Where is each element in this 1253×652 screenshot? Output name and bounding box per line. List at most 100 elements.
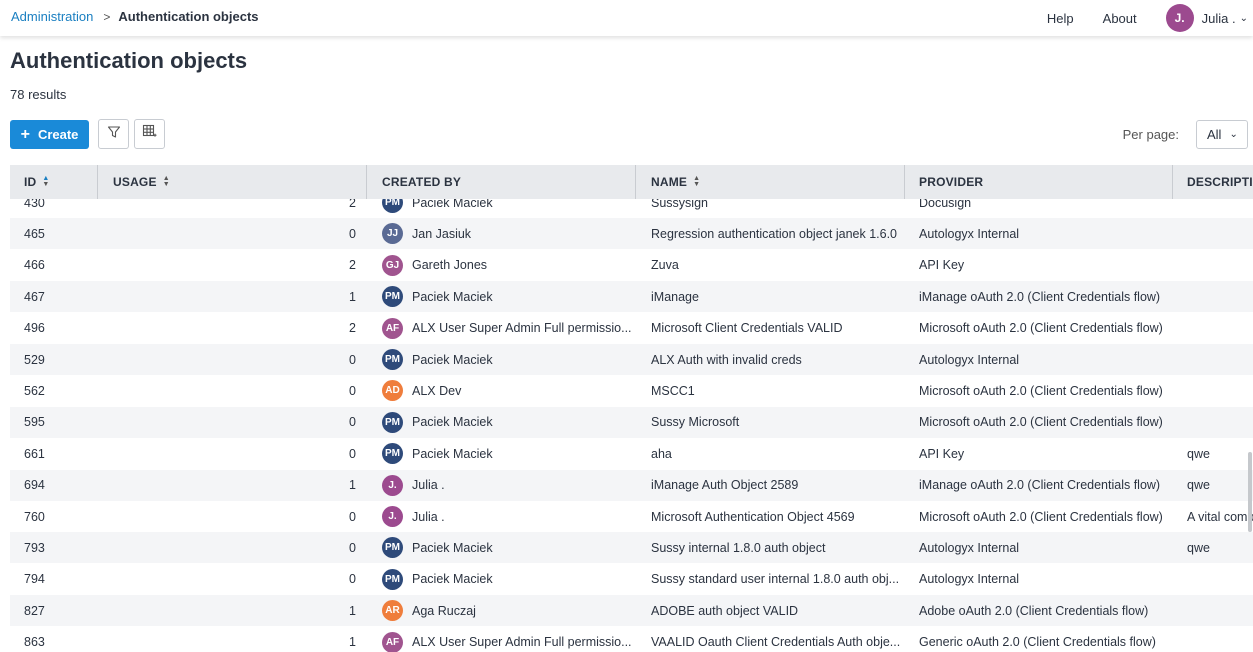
cell-name[interactable]: ALX Auth with invalid creds	[651, 344, 901, 375]
table-row[interactable]: 465 0 JJ Jan Jasiuk Regression authenticatio…	[10, 218, 1253, 250]
results-count: 78 results	[10, 87, 67, 102]
cell-name[interactable]: ADOBE auth object VALID	[651, 595, 901, 626]
column-divider[interactable]	[635, 165, 636, 199]
per-page-select[interactable]: All ⌄	[1196, 120, 1248, 149]
chevron-down-icon: ⌄	[1229, 129, 1238, 140]
table-row[interactable]: 863 1 AF ALX User Super Admin Full permissi…	[10, 627, 1253, 652]
cell-description	[1187, 627, 1253, 652]
avatar: PM	[382, 443, 403, 465]
cell-provider: Autologyx Internal	[919, 226, 1020, 241]
cell-id: 793	[24, 540, 45, 555]
cell-name[interactable]: Sussy internal 1.8.0 auth object	[651, 532, 901, 563]
table-row[interactable]: 466 2 GJ Gareth Jones Zuva API Key	[10, 250, 1253, 281]
table-row[interactable]: 496 2 AF ALX User Super Admin Full permissi…	[10, 313, 1253, 344]
chevron-down-icon[interactable]: ⌄	[1240, 13, 1248, 24]
create-button[interactable]: + Create	[10, 120, 89, 149]
cell-name[interactable]: Regression authentication object janek 1…	[651, 218, 901, 249]
table-row[interactable]: 595 0 PM Paciek Maciek Sussy Microsoft Micros…	[10, 406, 1253, 438]
table-row[interactable]: 760 0 J. Julia . Microsoft Authentication Ob…	[10, 501, 1253, 532]
table-row[interactable]: 467 1 PM Paciek Maciek iManage iManage oAuth …	[10, 281, 1253, 313]
cell-description	[1187, 218, 1253, 249]
help-link[interactable]: Help	[1047, 11, 1074, 26]
table-row[interactable]: 562 0 AD ALX Dev MSCC1 Microsoft oAuth 2.0 (C…	[10, 375, 1253, 406]
creator-name: Paciek Maciek	[412, 352, 493, 367]
cell-id: 661	[24, 446, 45, 461]
cell-name[interactable]: Microsoft Authentication Object 4569	[651, 501, 901, 532]
table-row[interactable]: 694 1 J. Julia . iManage Auth Object 2589 iMa…	[10, 469, 1253, 501]
table-row[interactable]: 661 0 PM Paciek Maciek aha API Key qwe	[10, 438, 1253, 469]
column-header-provider[interactable]: PROVIDER	[919, 165, 983, 199]
cell-usage: 0	[349, 352, 356, 367]
avatar: PM	[382, 568, 403, 590]
column-header-description[interactable]: DESCRIPTIO	[1187, 165, 1253, 199]
sort-icon[interactable]: ▲ ▼	[693, 175, 700, 188]
cell-name[interactable]: VAALID Oauth Client Credentials Auth obj…	[651, 627, 901, 652]
cell-provider: Generic oAuth 2.0 (Client Credentials fl…	[919, 635, 1156, 650]
breadcrumb: Administration > Authentication objects	[11, 9, 259, 24]
cell-name[interactable]: MSCC1	[651, 375, 901, 406]
creator-name: Julia .	[412, 478, 445, 493]
cell-usage: 0	[349, 509, 356, 524]
sort-icon[interactable]: ▲ ▼	[42, 175, 49, 188]
breadcrumb-separator: >	[103, 9, 111, 24]
cell-name[interactable]: Zuva	[651, 250, 901, 281]
column-divider[interactable]	[97, 165, 98, 199]
column-header-created-by[interactable]: CREATED BY	[382, 165, 461, 199]
cell-provider: Microsoft oAuth 2.0 (Client Credentials …	[919, 415, 1163, 430]
creator-name: Paciek Maciek	[412, 446, 493, 461]
breadcrumb-current: Authentication objects	[118, 9, 259, 24]
table-row[interactable]: 529 0 PM Paciek Maciek ALX Auth with invalid…	[10, 344, 1253, 375]
sort-icon[interactable]: ▲ ▼	[163, 175, 170, 188]
cell-name[interactable]: iManage	[651, 281, 901, 312]
table-row[interactable]: 793 0 PM Paciek Maciek Sussy internal 1.8.0 …	[10, 532, 1253, 564]
avatar: PM	[382, 286, 403, 308]
cell-name[interactable]: Microsoft Client Credentials VALID	[651, 313, 901, 344]
cell-name[interactable]: iManage Auth Object 2589	[651, 470, 901, 501]
cell-created-by: AR Aga Ruczaj	[382, 595, 632, 626]
table-header: ID ▲ ▼ USAGE ▲ ▼ CREATED BY NAME ▲ ▼ PROVID…	[10, 165, 1253, 199]
user-menu[interactable]: Julia .	[1202, 11, 1236, 26]
creator-name: Julia .	[412, 509, 445, 524]
user-avatar[interactable]: J.	[1165, 4, 1194, 32]
cell-provider: Autologyx Internal	[919, 352, 1020, 367]
cell-provider: Microsoft oAuth 2.0 (Client Credentials …	[919, 383, 1163, 398]
avatar: J.	[382, 506, 403, 527]
cell-description: A vital comp	[1187, 509, 1253, 524]
creator-name: Paciek Maciek	[412, 572, 493, 587]
column-divider[interactable]	[1172, 165, 1173, 199]
cell-usage: 2	[349, 321, 356, 336]
plus-icon: +	[20, 125, 30, 143]
column-divider[interactable]	[904, 165, 905, 199]
column-header-id[interactable]: ID ▲ ▼	[24, 165, 50, 199]
creator-name: Gareth Jones	[412, 258, 488, 273]
table-row[interactable]: 794 0 PM Paciek Maciek Sussy standard user i…	[10, 564, 1253, 595]
avatar: GJ	[382, 254, 403, 276]
column-header-usage[interactable]: USAGE ▲ ▼	[113, 165, 170, 199]
auth-objects-table: ID ▲ ▼ USAGE ▲ ▼ CREATED BY NAME ▲ ▼ PROVID…	[10, 165, 1253, 652]
cell-usage: 0	[349, 415, 356, 430]
cell-created-by: PM Paciek Maciek	[382, 438, 632, 469]
table-row[interactable]: 827 1 AR Aga Ruczaj ADOBE auth object VALID A…	[10, 595, 1253, 627]
cell-name[interactable]: Sussy standard user internal 1.8.0 auth …	[651, 564, 901, 595]
about-link[interactable]: About	[1103, 11, 1137, 26]
cell-id: 529	[24, 352, 45, 367]
cell-description	[1187, 250, 1253, 281]
column-header-name[interactable]: NAME ▲ ▼	[651, 165, 700, 199]
cell-created-by: AF ALX User Super Admin Full permissio...	[382, 313, 632, 344]
cell-name[interactable]: Sussy Microsoft	[651, 407, 901, 438]
cell-name[interactable]: aha	[651, 438, 901, 469]
breadcrumb-administration-link[interactable]: Administration	[11, 9, 93, 24]
cell-id: 694	[24, 478, 45, 493]
filter-button[interactable]	[98, 119, 129, 149]
avatar: AF	[382, 317, 403, 339]
column-divider[interactable]	[366, 165, 367, 199]
cell-id: 467	[24, 289, 45, 304]
cell-usage: 1	[349, 603, 356, 618]
vertical-scrollbar[interactable]	[1248, 452, 1252, 532]
columns-button[interactable]	[134, 119, 165, 149]
filter-icon	[107, 125, 121, 144]
cell-usage: 0	[349, 226, 356, 241]
cell-provider: iManage oAuth 2.0 (Client Credentials fl…	[919, 289, 1161, 304]
cell-provider: Adobe oAuth 2.0 (Client Credentials flow…	[919, 603, 1149, 618]
avatar: AD	[382, 380, 403, 402]
